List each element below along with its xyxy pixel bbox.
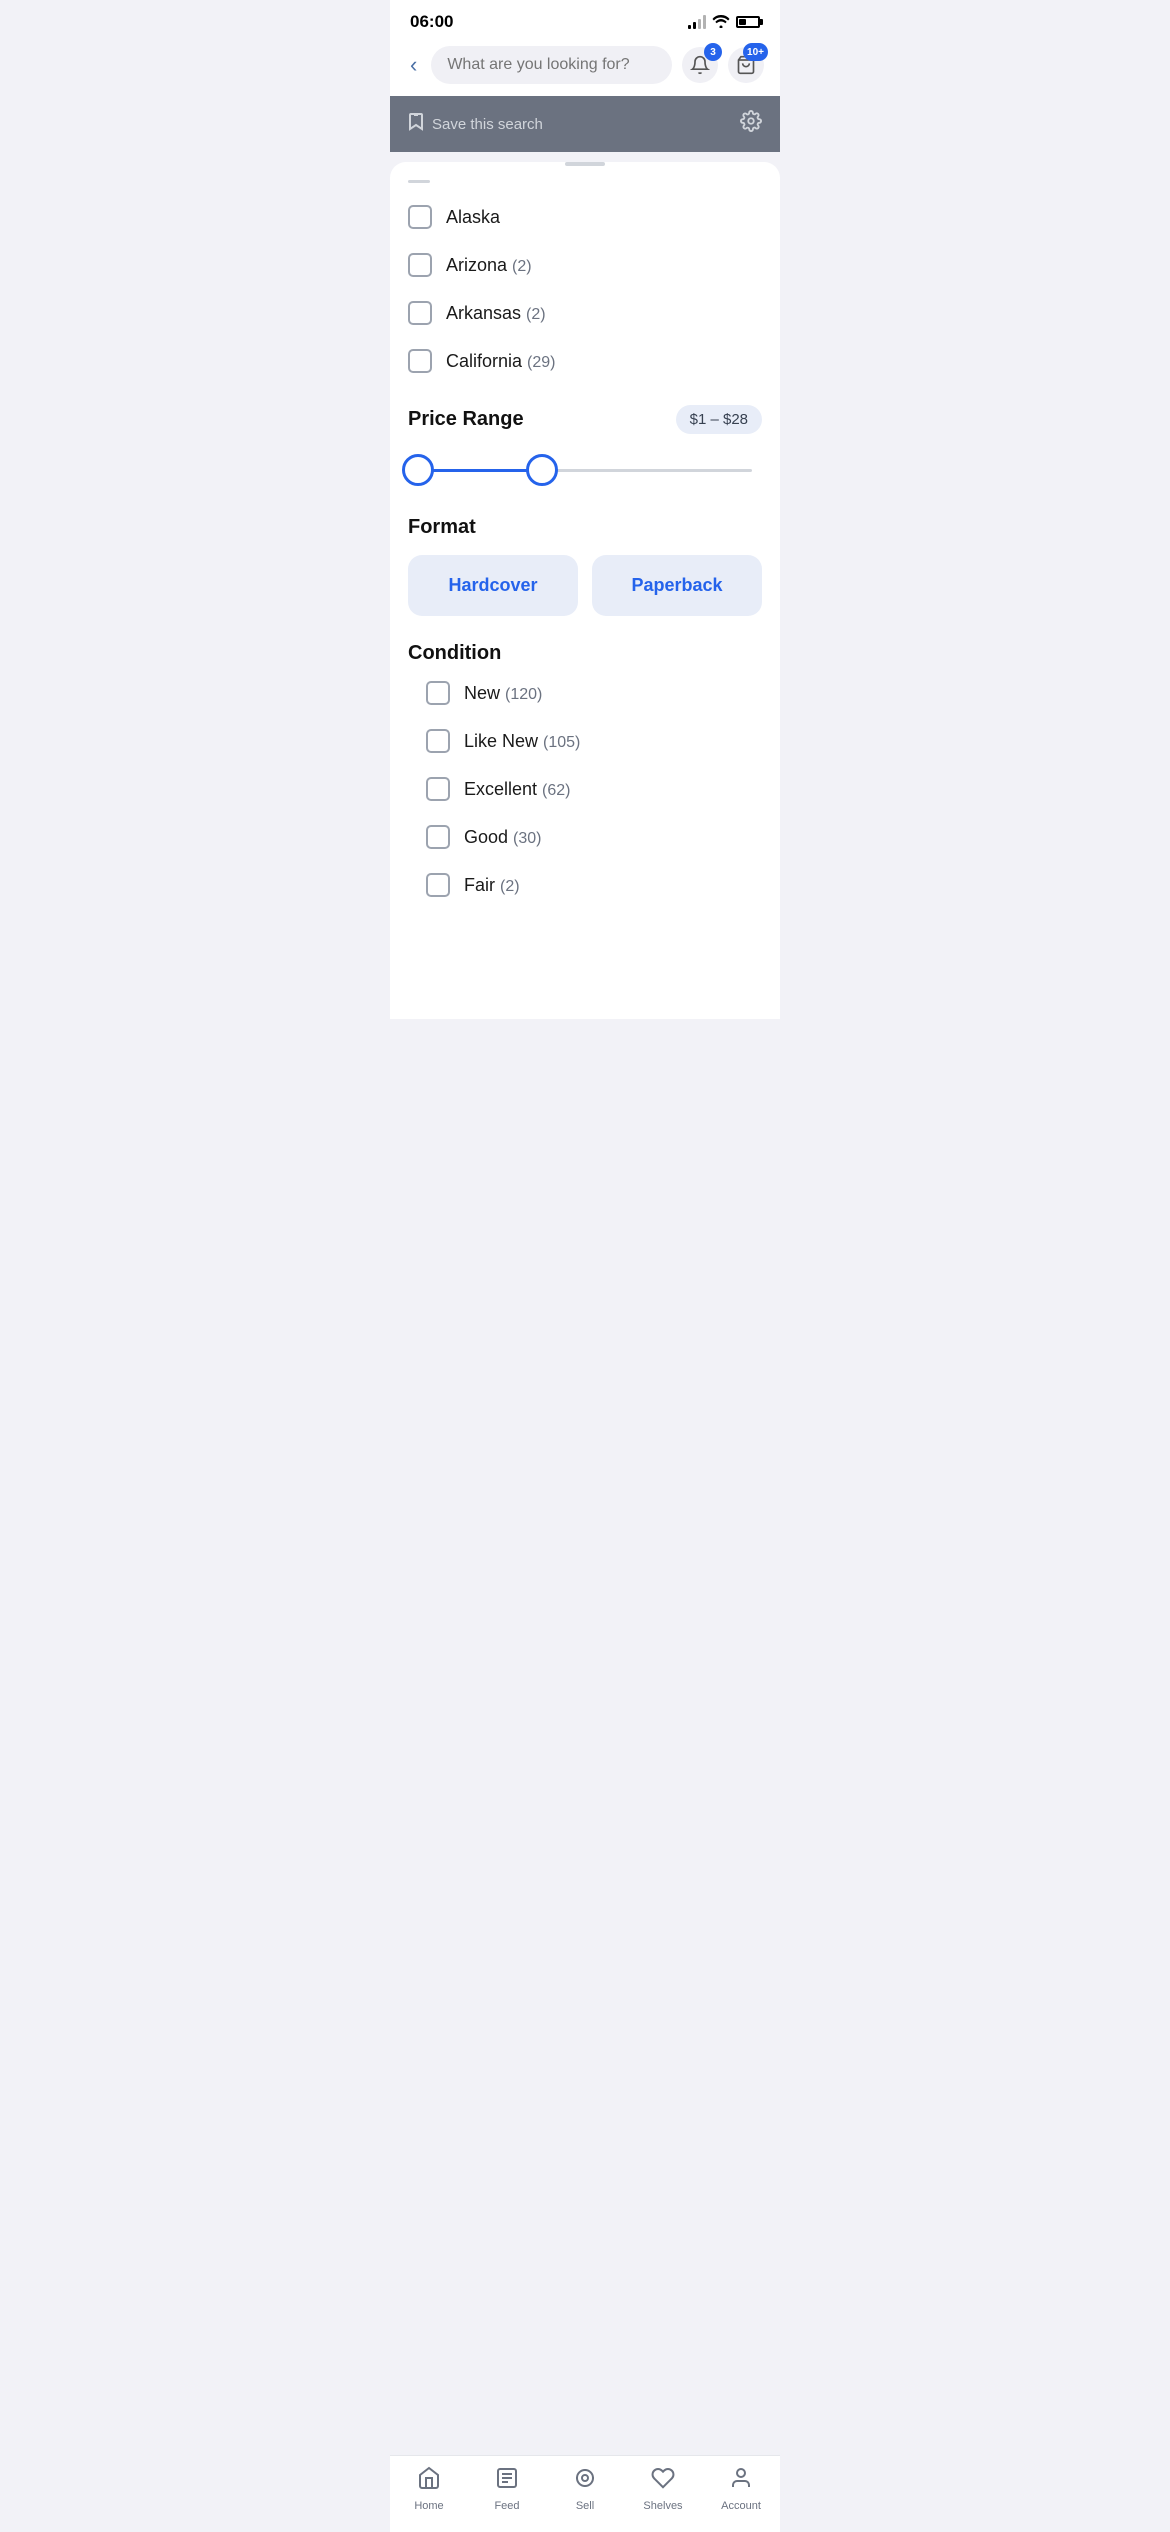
wifi-icon (712, 14, 730, 31)
save-search-label: Save this search (432, 116, 543, 133)
price-range-title: Price Range (408, 408, 524, 431)
california-label: California (29) (446, 351, 556, 372)
feed-icon (495, 2466, 519, 2496)
list-item: Arizona (2) (408, 241, 762, 289)
notification-button[interactable]: 3 (682, 47, 718, 83)
fair-checkbox[interactable] (426, 873, 450, 897)
battery-icon (736, 16, 760, 28)
home-icon (417, 2466, 441, 2496)
bottom-nav: Home Feed Sell Shelves (390, 2455, 780, 2532)
excellent-label: Excellent (62) (464, 779, 571, 800)
new-checkbox[interactable] (426, 681, 450, 705)
shelves-label: Shelves (643, 2500, 682, 2512)
slider-fill (418, 469, 542, 472)
like-new-checkbox[interactable] (426, 729, 450, 753)
account-label: Account (721, 2500, 761, 2512)
header-icons: 3 10+ (682, 47, 764, 83)
sheet-dash (408, 180, 430, 183)
slider-thumb-right[interactable] (526, 454, 558, 486)
format-section: Format Hardcover Paperback (390, 500, 780, 632)
price-range-badge: $1 – $28 (676, 405, 762, 434)
search-input[interactable] (431, 46, 672, 84)
alaska-label: Alaska (446, 207, 500, 228)
alaska-checkbox[interactable] (408, 205, 432, 229)
like-new-label: Like New (105) (464, 731, 580, 752)
sell-icon (573, 2466, 597, 2496)
paperback-button[interactable]: Paperback (592, 555, 762, 616)
bookmark-icon (408, 113, 424, 136)
header: ‹ 3 10+ (390, 38, 780, 96)
sell-label: Sell (576, 2500, 594, 2512)
good-label: Good (30) (464, 827, 542, 848)
price-range-section: Price Range $1 – $28 (390, 385, 780, 500)
home-label: Home (414, 2500, 443, 2512)
hardcover-button[interactable]: Hardcover (408, 555, 578, 616)
list-item: Excellent (62) (426, 765, 744, 813)
notification-badge: 3 (704, 43, 722, 61)
back-button[interactable]: ‹ (406, 52, 421, 78)
cart-button[interactable]: 10+ (728, 47, 764, 83)
nav-account[interactable]: Account (702, 2466, 780, 2512)
format-buttons: Hardcover Paperback (408, 555, 762, 616)
account-icon (729, 2466, 753, 2496)
nav-shelves[interactable]: Shelves (624, 2466, 702, 2512)
status-bar: 06:00 (390, 0, 780, 38)
condition-list: New (120) Like New (105) Excellent (62) … (408, 669, 762, 909)
location-list: Alaska Arizona (2) Arkansas (2) Californ… (390, 193, 780, 385)
nav-home[interactable]: Home (390, 2466, 468, 2512)
save-search-left[interactable]: Save this search (408, 113, 543, 136)
list-item: Good (30) (426, 813, 744, 861)
nav-sell[interactable]: Sell (546, 2466, 624, 2512)
list-item: Alaska (408, 193, 762, 241)
list-item: Like New (105) (426, 717, 744, 765)
status-time: 06:00 (410, 12, 453, 32)
feed-label: Feed (494, 2500, 519, 2512)
list-item: New (120) (426, 669, 744, 717)
sheet-handle (565, 162, 605, 166)
arkansas-label: Arkansas (2) (446, 303, 546, 324)
status-icons (688, 14, 760, 31)
settings-icon[interactable] (740, 110, 762, 138)
list-item: California (29) (408, 337, 762, 385)
condition-title: Condition (408, 642, 762, 665)
new-label: New (120) (464, 683, 542, 704)
format-title: Format (408, 516, 762, 539)
shelves-icon (651, 2466, 675, 2496)
slider-thumb-left[interactable] (402, 454, 434, 486)
price-range-header: Price Range $1 – $28 (408, 405, 762, 434)
arkansas-checkbox[interactable] (408, 301, 432, 325)
fair-label: Fair (2) (464, 875, 520, 896)
good-checkbox[interactable] (426, 825, 450, 849)
california-checkbox[interactable] (408, 349, 432, 373)
filter-sheet: Alaska Arizona (2) Arkansas (2) Californ… (390, 162, 780, 1019)
condition-section: Condition New (120) Like New (105) Excel… (390, 632, 780, 919)
price-slider[interactable] (418, 450, 752, 490)
arizona-checkbox[interactable] (408, 253, 432, 277)
arizona-label: Arizona (2) (446, 255, 532, 276)
save-search-bar: Save this search (390, 96, 780, 152)
excellent-checkbox[interactable] (426, 777, 450, 801)
signal-icon (688, 15, 706, 29)
list-item: Arkansas (2) (408, 289, 762, 337)
list-item: Fair (2) (426, 861, 744, 909)
nav-feed[interactable]: Feed (468, 2466, 546, 2512)
cart-badge: 10+ (743, 43, 768, 61)
